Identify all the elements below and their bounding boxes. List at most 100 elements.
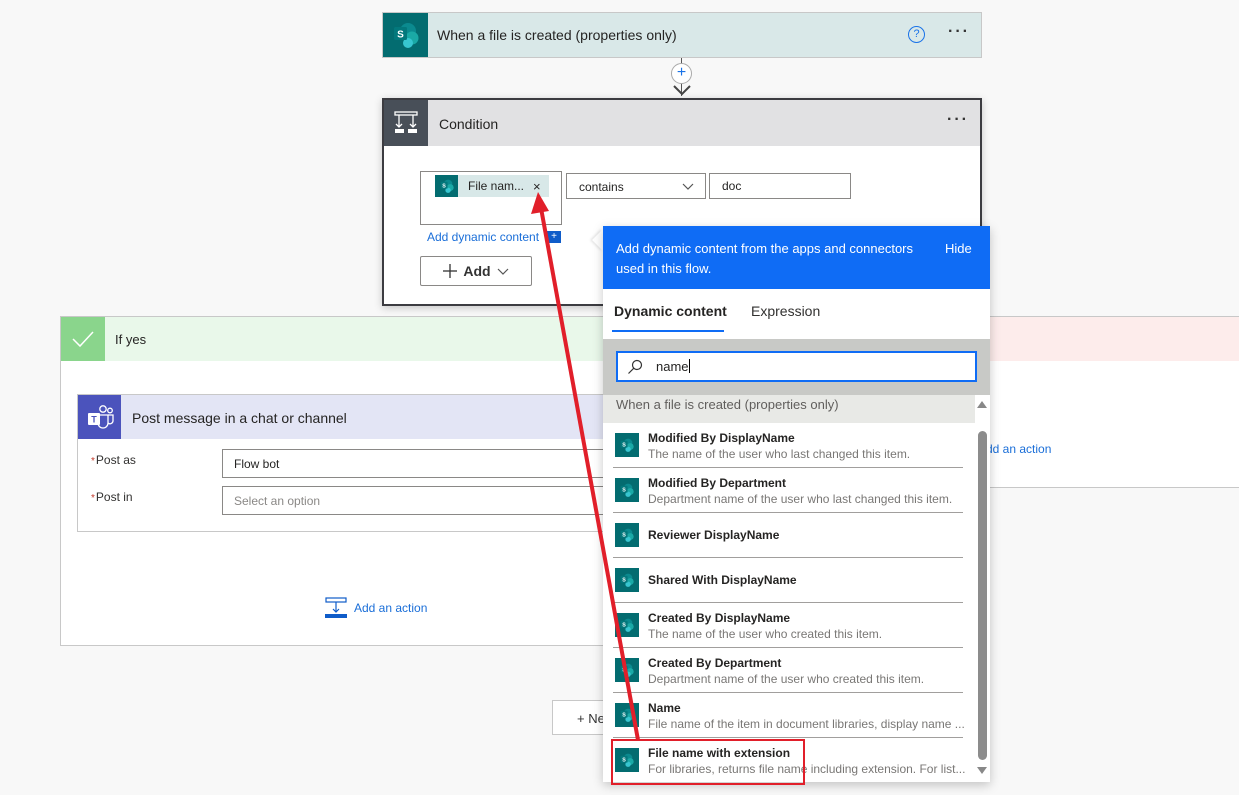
condition-value-input[interactable]: doc — [709, 173, 851, 199]
if-no-add-action-link[interactable]: dd an action — [986, 442, 1051, 456]
svg-text:S: S — [442, 183, 446, 189]
svg-text:S: S — [622, 667, 626, 673]
item-name: Shared With DisplayName — [648, 573, 797, 587]
search-area: name — [603, 339, 990, 395]
post-as-label: *Post as — [91, 453, 136, 467]
item-name: Name — [648, 701, 681, 715]
dynamic-item[interactable]: S Created By Department Department name … — [613, 648, 963, 693]
svg-text:S: S — [397, 30, 404, 41]
add-button-label: Add — [463, 263, 491, 279]
post-in-placeholder: Select an option — [234, 494, 321, 508]
if-no-branch — [980, 316, 1239, 488]
add-an-action-label: Add an action — [354, 601, 428, 615]
scroll-up-arrow[interactable] — [977, 401, 987, 408]
add-dynamic-plus-icon[interactable]: + — [547, 231, 561, 243]
dynamic-panel-header: Add dynamic content from the apps and co… — [603, 226, 990, 289]
teams-icon: T — [78, 395, 121, 439]
group-header[interactable]: When a file is created (properties only) — [603, 395, 975, 423]
teams-action-card: T Post message in a chat or channel *Pos… — [77, 394, 612, 532]
sharepoint-icon: S — [383, 13, 428, 57]
dynamic-content-panel: Add dynamic content from the apps and co… — [603, 226, 990, 782]
dynamic-item[interactable]: S Modified By Department Department name… — [613, 468, 963, 513]
condition-title: Condition — [439, 116, 499, 132]
post-as-field[interactable]: Flow bot — [222, 449, 612, 478]
svg-text:S: S — [622, 622, 626, 628]
add-action-icon — [325, 597, 347, 618]
item-name: Reviewer DisplayName — [648, 528, 780, 542]
sharepoint-icon: S — [615, 613, 639, 637]
sharepoint-icon: S — [615, 523, 639, 547]
dynamic-item[interactable]: S Modified By DisplayName The name of th… — [613, 423, 963, 468]
chevron-down-icon — [497, 268, 509, 275]
item-description: Department name of the user who last cha… — [648, 492, 953, 506]
question-circle-icon[interactable]: ? — [908, 26, 925, 43]
dynamic-item[interactable]: S Reviewer DisplayName — [613, 513, 963, 558]
svg-text:S: S — [622, 487, 626, 493]
if-yes-title: If yes — [115, 332, 147, 347]
remove-token-icon[interactable]: × — [533, 179, 541, 194]
operator-value: contains — [579, 180, 624, 194]
post-in-field[interactable]: Select an option — [222, 486, 612, 515]
search-input[interactable]: name — [616, 351, 977, 382]
item-description: Department name of the user who created … — [648, 672, 925, 686]
if-no-header[interactable] — [980, 317, 1239, 361]
annotation-highlight-box — [611, 739, 805, 785]
condition-icon — [384, 100, 428, 146]
hide-button[interactable]: Hide — [945, 241, 972, 256]
item-name: Modified By DisplayName — [648, 431, 795, 445]
dynamic-item[interactable]: S Name File name of the item in document… — [613, 693, 965, 738]
item-description: The name of the user who last changed th… — [648, 447, 911, 461]
teams-action-title: Post message in a chat or channel — [132, 410, 347, 426]
condition-value: doc — [722, 179, 742, 193]
condition-left-operand[interactable]: S File nam... × — [420, 171, 562, 225]
scroll-down-arrow[interactable] — [977, 767, 987, 774]
insert-step-button[interactable]: + — [671, 63, 692, 84]
group-title: When a file is created (properties only) — [616, 397, 839, 412]
item-name: Created By DisplayName — [648, 611, 791, 625]
new-step-label: + Ne — [577, 711, 605, 726]
svg-text:T: T — [91, 415, 97, 425]
teams-action-header[interactable]: T Post message in a chat or channel — [78, 395, 606, 439]
if-yes-header[interactable]: If yes — [61, 317, 619, 361]
add-dynamic-content-link[interactable]: Add dynamic content — [427, 230, 539, 244]
post-in-label: *Post in — [91, 490, 133, 504]
condition-header[interactable]: Condition ··· — [384, 100, 980, 146]
search-icon — [628, 359, 643, 374]
sharepoint-icon: S — [615, 433, 639, 457]
post-as-value: Flow bot — [234, 457, 280, 471]
sharepoint-icon: S — [615, 658, 639, 682]
svg-text:S: S — [622, 442, 626, 448]
trigger-card[interactable]: S When a file is created (properties onl… — [382, 12, 982, 58]
add-an-action-button[interactable]: Add an action — [325, 597, 427, 619]
svg-text:S: S — [622, 532, 626, 538]
search-value: name — [656, 359, 689, 374]
dynamic-panel-message: Add dynamic content from the apps and co… — [616, 241, 914, 276]
chevron-down-icon — [682, 183, 694, 190]
token-label: File nam... — [468, 179, 525, 193]
tab-dynamic-content[interactable]: Dynamic content — [614, 303, 727, 319]
dynamic-item[interactable]: S Created By DisplayName The name of the… — [613, 603, 963, 648]
checkmark-icon — [61, 317, 105, 361]
scrollbar-thumb[interactable] — [978, 431, 987, 760]
more-options-button[interactable]: ··· — [947, 111, 969, 129]
sharepoint-icon: S — [615, 568, 639, 592]
item-description: File name of the item in document librar… — [648, 717, 965, 731]
operator-dropdown[interactable]: contains — [566, 173, 706, 199]
add-row-button[interactable]: Add — [420, 256, 532, 286]
item-name: Modified By Department — [648, 476, 787, 490]
sharepoint-icon: S — [615, 478, 639, 502]
panel-pointer — [592, 229, 603, 251]
svg-text:S: S — [622, 712, 626, 718]
plus-icon — [443, 264, 458, 278]
svg-text:S: S — [622, 577, 626, 583]
more-options-button[interactable]: ··· — [948, 23, 970, 41]
dynamic-token[interactable]: S File nam... × — [435, 175, 549, 197]
dynamic-item[interactable]: S Shared With DisplayName — [613, 558, 963, 603]
item-description: The name of the user who created this it… — [648, 627, 883, 641]
sharepoint-icon: S — [435, 175, 458, 197]
arrow-down-icon — [673, 85, 691, 96]
item-name: Created By Department — [648, 656, 782, 670]
active-tab-indicator — [612, 330, 724, 332]
trigger-title: When a file is created (properties only) — [437, 27, 677, 43]
tab-expression[interactable]: Expression — [751, 303, 820, 319]
